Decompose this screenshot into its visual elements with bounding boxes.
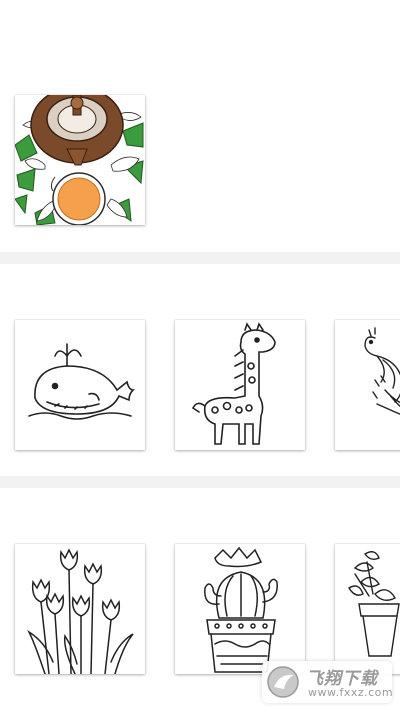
peacock-outline-image: [364, 327, 400, 415]
cactus-pot-outline-image: [204, 546, 278, 673]
artwork-card-tulips[interactable]: [15, 544, 145, 674]
artwork-card-teapot[interactable]: [15, 95, 145, 225]
site-watermark: 飞翔下载 www.fxxz.com: [262, 661, 394, 703]
artwork-card-whale[interactable]: [15, 320, 145, 450]
artwork-card-peacock[interactable]: [335, 320, 400, 450]
giraffe-outline-image: [191, 322, 276, 445]
animals-row: [0, 264, 400, 476]
watermark-subtitle: www.fxxz.com: [308, 686, 394, 699]
whale-outline-image: [28, 343, 135, 420]
tulips-outline-image: [27, 548, 134, 674]
artwork-card-cactus[interactable]: [175, 544, 305, 674]
succulent-pot-outline-image: [348, 551, 400, 657]
recent-artworks-row: [0, 0, 400, 252]
artwork-card-giraffe[interactable]: [175, 320, 305, 450]
watermark-logo-icon: [267, 666, 299, 698]
teapot-artwork-image: [15, 95, 145, 225]
artwork-card-succulent[interactable]: [335, 544, 400, 674]
